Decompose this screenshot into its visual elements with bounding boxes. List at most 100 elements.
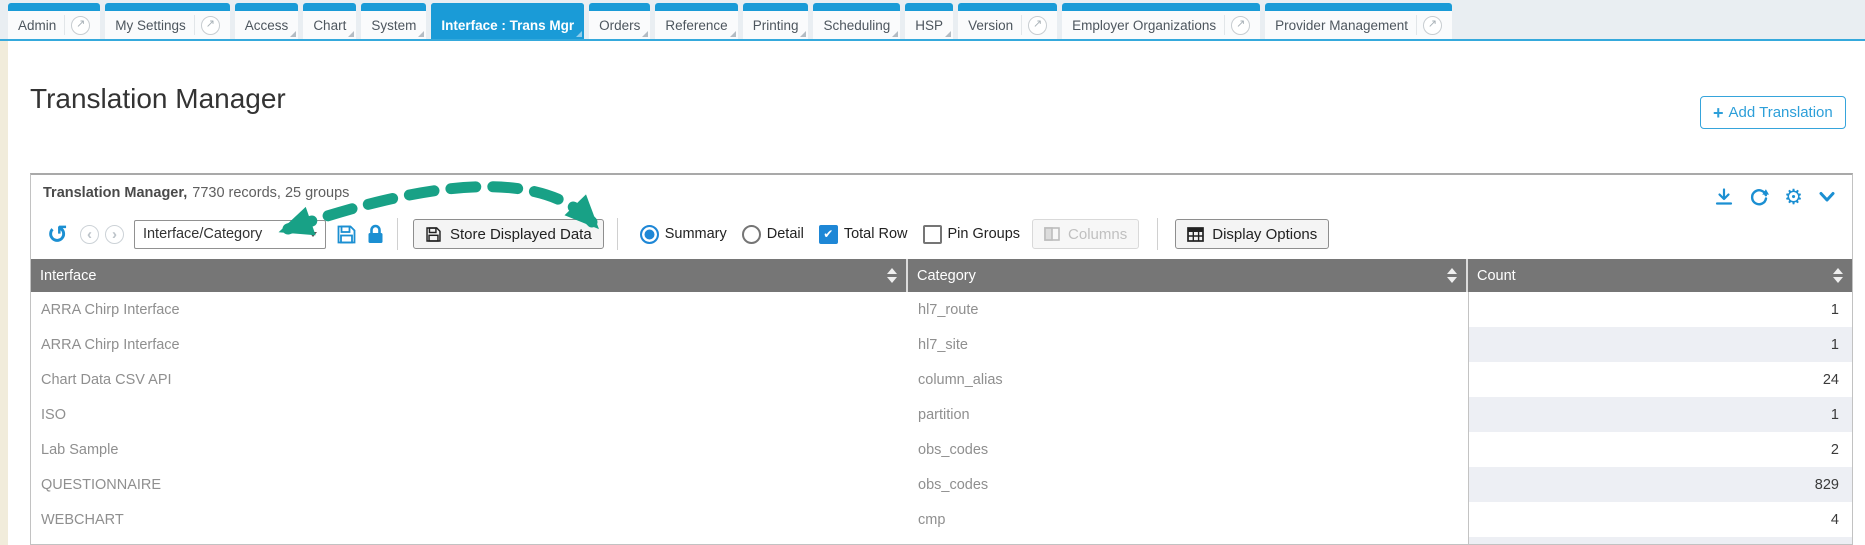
popout-icon[interactable]: ↗ xyxy=(1231,16,1250,35)
sort-icon[interactable] xyxy=(1833,268,1843,283)
download-icon[interactable] xyxy=(1714,187,1734,207)
checkbox-pin-groups-label: Pin Groups xyxy=(948,226,1021,242)
sort-icon[interactable] xyxy=(1447,268,1457,283)
lock-icon[interactable] xyxy=(367,224,384,245)
save-view-icon[interactable] xyxy=(336,224,357,245)
view-select[interactable]: Interface/Category xyxy=(134,220,326,249)
tab-label: Interface : Trans Mgr xyxy=(441,18,574,33)
cell-interface: ISO xyxy=(31,397,908,432)
refresh-icon[interactable] xyxy=(1749,187,1769,207)
checkbox-pin-groups[interactable]: Pin Groups xyxy=(923,225,1021,244)
translation-manager-page: Admin ↗ My Settings ↗ Access Chart Syste… xyxy=(0,0,1865,545)
radio-icon xyxy=(742,225,761,244)
table-row[interactable]: Lab Sample obs_codes 2 xyxy=(31,432,1852,467)
radio-summary[interactable]: Summary xyxy=(640,225,727,244)
cell-interface: ARRA Chirp Interface xyxy=(31,327,908,362)
cell-category: hl7_site xyxy=(908,327,1468,362)
grid-toolbar: ↺ ‹ › Interface/Category xyxy=(41,215,1840,253)
cell-interface: WEBCHART xyxy=(31,502,908,537)
panel-header-icons: ⚙ xyxy=(1714,187,1836,207)
cell-interface: Chart Data CSV API xyxy=(31,362,908,397)
tab-label: My Settings xyxy=(115,18,186,33)
tab-divider xyxy=(64,15,65,35)
gear-icon[interactable]: ⚙ xyxy=(1784,187,1803,207)
collapse-chevron-icon[interactable] xyxy=(1818,190,1836,204)
cell-interface: ARRA Chirp Interface xyxy=(31,292,908,327)
tab-chart[interactable]: Chart xyxy=(303,3,356,39)
cell-count xyxy=(1468,537,1852,544)
tab-my-settings[interactable]: My Settings ↗ xyxy=(105,3,230,39)
prev-icon[interactable]: ‹ xyxy=(80,225,99,244)
tab-hsp[interactable]: HSP xyxy=(905,3,953,39)
page-edge-strip xyxy=(0,41,8,545)
column-header-count[interactable]: Count xyxy=(1468,259,1852,292)
tab-admin[interactable]: Admin ↗ xyxy=(8,3,100,39)
columns-label: Columns xyxy=(1068,226,1127,243)
column-header-label: Count xyxy=(1477,268,1516,284)
tab-label: Reference xyxy=(665,18,727,33)
tab-label: System xyxy=(371,18,416,33)
popout-icon[interactable]: ↗ xyxy=(1028,16,1047,35)
cell-count: 4 xyxy=(1468,502,1852,537)
column-header-interface[interactable]: Interface xyxy=(31,259,908,292)
undo-icon[interactable]: ↺ xyxy=(47,222,68,247)
store-displayed-data-label: Store Displayed Data xyxy=(450,226,592,243)
cell-interface: Lab Sample xyxy=(31,432,908,467)
table-row[interactable]: ARRA Chirp Interface hl7_site 1 xyxy=(31,327,1852,362)
table-row[interactable] xyxy=(31,537,1852,544)
popout-icon[interactable]: ↗ xyxy=(201,16,220,35)
cell-category: column_alias xyxy=(908,362,1468,397)
column-header-category[interactable]: Category xyxy=(908,259,1468,292)
panel-record-count: 7730 records, 25 groups xyxy=(192,185,349,201)
checkbox-total-row[interactable]: Total Row xyxy=(819,225,908,244)
tab-employer-organizations[interactable]: Employer Organizations ↗ xyxy=(1062,3,1260,39)
add-translation-button[interactable]: + Add Translation xyxy=(1700,96,1846,129)
table-row[interactable]: ARRA Chirp Interface hl7_route 1 xyxy=(31,292,1852,327)
next-icon[interactable]: › xyxy=(105,225,124,244)
table-row[interactable]: WEBCHART cmp 4 xyxy=(31,502,1852,537)
store-displayed-data-button[interactable]: Store Displayed Data xyxy=(413,219,604,249)
cell-count: 1 xyxy=(1468,292,1852,327)
panel-title: Translation Manager, xyxy=(43,185,187,201)
display-options-button[interactable]: Display Options xyxy=(1175,219,1329,249)
view-select-value: Interface/Category xyxy=(143,226,262,242)
cell-count: 1 xyxy=(1468,327,1852,362)
plus-icon: + xyxy=(1713,104,1724,122)
tab-label: HSP xyxy=(915,18,943,33)
tab-label: Version xyxy=(968,18,1013,33)
popout-icon[interactable]: ↗ xyxy=(1423,16,1442,35)
radio-detail[interactable]: Detail xyxy=(742,225,804,244)
table-grid-icon xyxy=(1187,227,1204,242)
tab-provider-management[interactable]: Provider Management ↗ xyxy=(1265,3,1452,39)
tab-label: Printing xyxy=(753,18,799,33)
cell-category xyxy=(908,537,1468,544)
tab-version[interactable]: Version ↗ xyxy=(958,3,1057,39)
radio-detail-label: Detail xyxy=(767,226,804,242)
tab-label: Scheduling xyxy=(823,18,890,33)
tab-reference[interactable]: Reference xyxy=(655,3,737,39)
radio-summary-label: Summary xyxy=(665,226,727,242)
table-row[interactable]: Chart Data CSV API column_alias 24 xyxy=(31,362,1852,397)
display-options-label: Display Options xyxy=(1212,226,1317,243)
save-icon xyxy=(425,226,442,243)
sort-icon[interactable] xyxy=(887,268,897,283)
tab-interface-trans-mgr[interactable]: Interface : Trans Mgr xyxy=(431,3,584,39)
cell-category: cmp xyxy=(908,502,1468,537)
tab-printing[interactable]: Printing xyxy=(743,3,809,39)
table-row[interactable]: ISO partition 1 xyxy=(31,397,1852,432)
column-header-label: Interface xyxy=(40,268,96,284)
tab-label: Orders xyxy=(599,18,640,33)
tab-label: Access xyxy=(245,18,289,33)
popout-icon[interactable]: ↗ xyxy=(71,16,90,35)
table-header: Interface Category Count xyxy=(31,259,1852,292)
table-row[interactable]: QUESTIONNAIRE obs_codes 829 xyxy=(31,467,1852,502)
panel-header: Translation Manager, 7730 records, 25 gr… xyxy=(43,185,349,207)
tab-access[interactable]: Access xyxy=(235,3,299,39)
tab-label: Provider Management xyxy=(1275,18,1408,33)
tab-scheduling[interactable]: Scheduling xyxy=(813,3,900,39)
tab-system[interactable]: System xyxy=(361,3,426,39)
tab-orders[interactable]: Orders xyxy=(589,3,650,39)
checkbox-icon xyxy=(819,225,838,244)
translation-manager-panel: Translation Manager, 7730 records, 25 gr… xyxy=(30,173,1853,545)
table-body: ARRA Chirp Interface hl7_route 1 ARRA Ch… xyxy=(31,292,1852,544)
